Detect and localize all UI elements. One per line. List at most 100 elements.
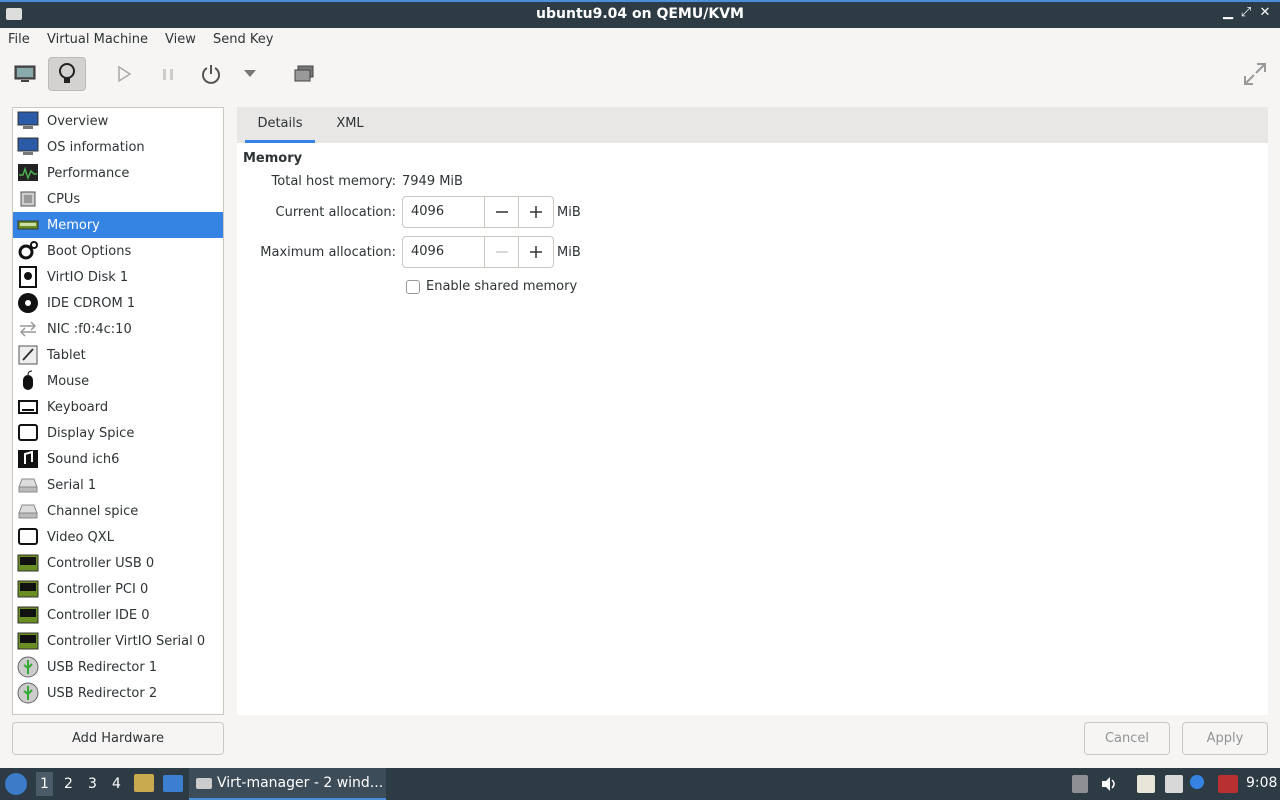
sidebar-item-label: CPUs [47,191,81,207]
sidebar-item[interactable]: Controller USB 0 [13,550,223,576]
sidebar-item[interactable]: Boot Options [13,238,223,264]
menu-view[interactable]: View [165,32,196,47]
display-icon [17,526,39,548]
sidebar-item[interactable]: Keyboard [13,394,223,420]
toolbar [0,52,1280,98]
sidebar-item[interactable]: Controller PCI 0 [13,576,223,602]
sidebar-item[interactable]: Controller IDE 0 [13,602,223,628]
virt-tray-icon[interactable] [1218,775,1238,793]
run-icon[interactable] [105,57,143,91]
update-icon[interactable] [1190,775,1204,789]
sidebar-item-label: Serial 1 [47,477,97,493]
controller-icon [17,630,39,652]
console-icon[interactable] [6,57,44,91]
controller-icon [17,552,39,574]
close-icon[interactable]: ✕ [1256,5,1274,23]
workspace-2[interactable]: 2 [64,776,73,792]
current-allocation-input[interactable]: 4096 [403,197,485,227]
details-panel: Details XML Memory Total host memory: 79… [237,107,1268,715]
menu-file[interactable]: File [8,32,30,47]
notes-icon[interactable] [1137,775,1155,793]
workspace-4[interactable]: 4 [112,776,121,792]
file-manager-icon[interactable] [134,774,154,792]
sidebar-item[interactable]: USB Redirector 1 [13,654,223,680]
taskbar: 1 2 3 4 Virt-manager - 2 wind... 9:08 [0,768,1280,800]
sidebar-item[interactable]: OS information [13,134,223,160]
menu-send-key[interactable]: Send Key [213,32,273,47]
network-tray-icon[interactable] [1165,775,1183,793]
sidebar-item-label: Keyboard [47,399,109,415]
tab-xml[interactable]: XML [327,107,373,143]
maximum-allocation-label: Maximum allocation: [260,245,396,260]
sidebar-item[interactable]: USB Redirector 2 [13,680,223,706]
monitor-icon [17,110,39,132]
sidebar-item-label: Display Spice [47,425,135,441]
sidebar-item-label: NIC :f0:4c:10 [47,321,132,337]
plus-icon [530,246,542,258]
maximum-decrease-button[interactable] [485,237,519,267]
current-decrease-button[interactable] [485,197,519,227]
sidebar-item-label: VirtIO Disk 1 [47,269,129,285]
tablet-icon [17,344,39,366]
window-title: ubuntu9.04 on QEMU/KVM [536,6,744,22]
sidebar-item[interactable]: Sound ich6 [13,446,223,472]
maximum-increase-button[interactable] [519,237,553,267]
sidebar-item[interactable]: Performance [13,160,223,186]
sidebar-item-label: IDE CDROM 1 [47,295,136,311]
clipboard-icon[interactable] [1072,775,1088,793]
network-icon [17,318,39,340]
task-label: Virt-manager - 2 wind... [217,775,384,791]
sidebar-item[interactable]: Tablet [13,342,223,368]
monitor-icon [17,136,39,158]
task-virt-manager[interactable]: Virt-manager - 2 wind... [189,768,386,800]
keyboard-icon [17,396,39,418]
pause-icon[interactable] [149,57,187,91]
sidebar-item-label: Controller VirtIO Serial 0 [47,633,206,649]
power-icon[interactable] [192,57,230,91]
sidebar-item[interactable]: Overview [13,108,223,134]
gears-icon [17,240,39,262]
sidebar-item[interactable]: Serial 1 [13,472,223,498]
start-menu-icon[interactable] [5,773,27,795]
display-icon [17,422,39,444]
maximum-allocation-spinner: 4096 [402,236,554,268]
maximum-allocation-input[interactable]: 4096 [403,237,485,267]
sidebar-item[interactable]: CPUs [13,186,223,212]
sidebar-item-label: Overview [47,113,109,129]
sidebar-item-label: Mouse [47,373,90,389]
clock: 9:08 [1246,775,1278,791]
sidebar-item[interactable]: Controller VirtIO Serial 0 [13,628,223,654]
serial-icon [17,500,39,522]
sidebar-item[interactable]: Video QXL [13,524,223,550]
tab-bar: Details XML [237,107,1268,143]
current-increase-button[interactable] [519,197,553,227]
volume-icon[interactable] [1100,775,1118,793]
workspace-1[interactable]: 1 [36,772,53,796]
apply-button[interactable]: Apply [1182,722,1268,755]
sidebar-item-label: Memory [47,217,100,233]
mouse-icon [17,370,39,392]
snapshots-icon[interactable] [285,57,323,91]
add-hardware-button[interactable]: Add Hardware [12,722,224,755]
power-menu-icon[interactable] [231,57,269,91]
desktop-icon[interactable] [163,775,183,792]
sidebar-item[interactable]: IDE CDROM 1 [13,290,223,316]
details-icon[interactable] [48,57,86,91]
fullscreen-icon[interactable] [1236,57,1274,91]
sidebar-item-label: Sound ich6 [47,451,120,467]
sidebar-item[interactable]: VirtIO Disk 1 [13,264,223,290]
tab-details[interactable]: Details [245,107,315,143]
maximize-icon[interactable]: ⤢ [1237,5,1255,23]
shared-memory-checkbox[interactable] [406,280,420,294]
cancel-button[interactable]: Cancel [1084,722,1170,755]
workspace-3[interactable]: 3 [88,776,97,792]
sidebar-item[interactable]: Memory [13,212,223,238]
sidebar-item-label: Performance [47,165,130,181]
current-allocation-spinner: 4096 [402,196,554,228]
minimize-icon[interactable]: ▁ [1219,5,1237,23]
menu-virtual-machine[interactable]: Virtual Machine [47,32,148,47]
sidebar-item[interactable]: Display Spice [13,420,223,446]
sidebar-item[interactable]: Channel spice [13,498,223,524]
sidebar-item[interactable]: NIC :f0:4c:10 [13,316,223,342]
sidebar-item[interactable]: Mouse [13,368,223,394]
